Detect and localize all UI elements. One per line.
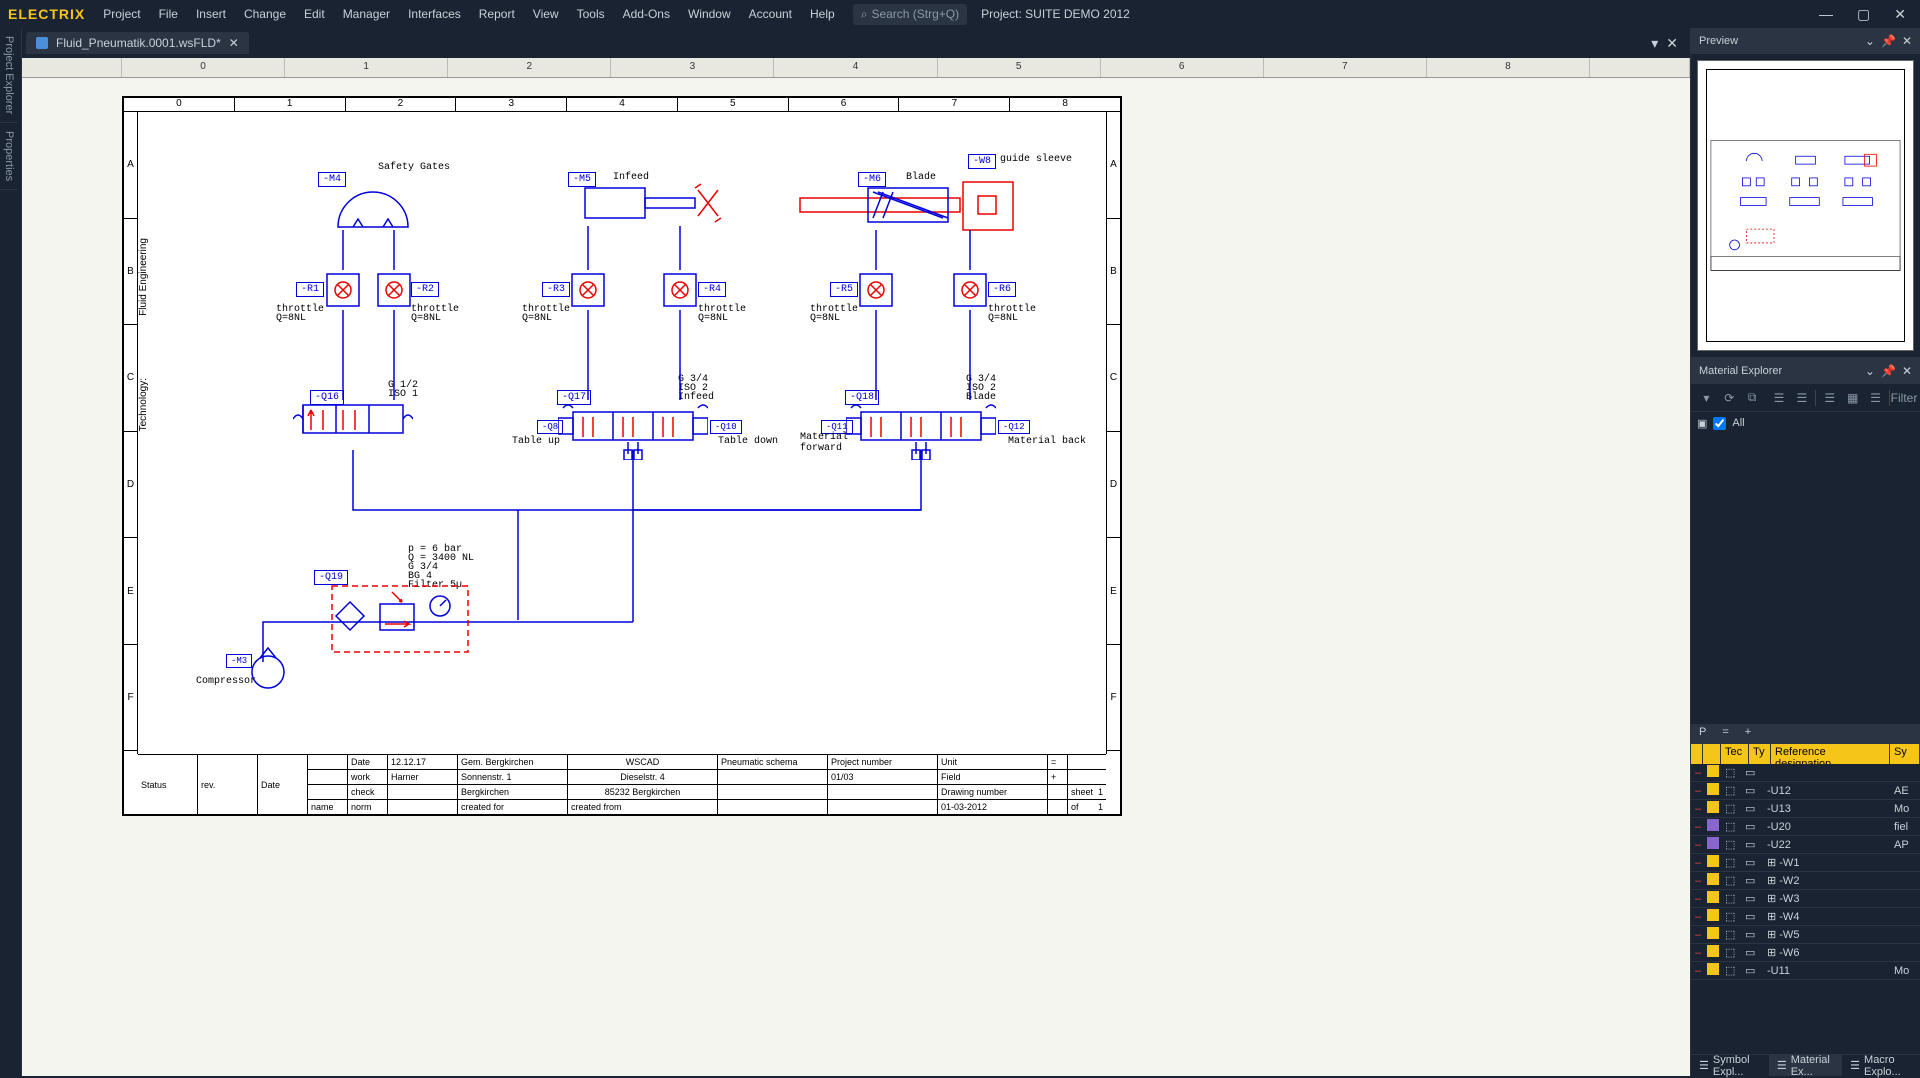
bot-tab-symbol[interactable]: ☰ Symbol Expl... [1691,1055,1769,1076]
mat-btn-t2[interactable]: ☰ [1793,388,1812,408]
material-header: Material Explorer ⌄ 📌 ✕ [1691,358,1920,384]
sheet-body: -M4 Safety Gates -M5 Infeed -M6 Blade -W… [138,112,1106,754]
material-row[interactable]: – ⬚ ▭ -U12 AE [1691,782,1920,800]
mat-btn-t4[interactable]: ▦ [1843,388,1862,408]
material-row[interactable]: – ⬚ ▭ ⊞ -W3 [1691,890,1920,908]
menu-edit[interactable]: Edit [296,3,333,25]
material-panel: Material Explorer ⌄ 📌 ✕ ▾ ⟳ ⧉ ☰ ☰ ☰ ▦ ☰ [1691,358,1920,1076]
material-filter-row: ▣ All [1691,412,1920,434]
project-label: Project: SUITE DEMO 2012 [981,7,1130,21]
preview-body[interactable] [1697,60,1914,351]
tab-controls: ▾ ✕ [1651,35,1686,52]
tab-close-all-icon[interactable]: ✕ [1666,35,1678,52]
menu-change[interactable]: Change [236,3,294,25]
window-controls: — ▢ ✕ [1813,4,1912,25]
mat-tab-plus[interactable]: + [1737,724,1759,744]
mat-btn-t3[interactable]: ☰ [1820,388,1839,408]
mat-btn-t1[interactable]: ☰ [1770,388,1789,408]
panel-close-icon[interactable]: ✕ [1902,364,1912,378]
menubar: ELECTRIX Project File Insert Change Edit… [0,0,1920,28]
panel-close-icon[interactable]: ✕ [1902,34,1912,48]
preview-panel: Preview ⌄ 📌 ✕ [1691,28,1920,358]
bottom-tabs: ☰ Symbol Expl... ☰ Material Ex... ☰ Macr… [1691,1054,1920,1076]
material-row[interactable]: – ⬚ ▭ -U11 Mo [1691,962,1920,980]
panel-pin-icon[interactable]: 📌 [1881,34,1896,48]
tag-q19[interactable]: -Q19 [314,570,348,585]
menu-help[interactable]: Help [802,3,843,25]
panel-dropdown-icon[interactable]: ⌄ [1865,34,1875,48]
material-row[interactable]: – ⬚ ▭ ⊞ -W4 [1691,908,1920,926]
preview-thumbnail [1706,69,1905,342]
main-area: Fluid_Pneumatik.0001.wsFLD* ✕ ▾ ✕ 01 23 … [22,28,1920,1076]
menu-project[interactable]: Project [95,3,148,25]
maximize-button[interactable]: ▢ [1851,4,1876,25]
document-tabbar: Fluid_Pneumatik.0001.wsFLD* ✕ ▾ ✕ [22,28,1690,58]
doc-tab-label: Fluid_Pneumatik.0001.wsFLD* [56,36,221,50]
material-row[interactable]: – ⬚ ▭ -U22 AP [1691,836,1920,854]
row-header-left: ABC DEF [124,112,138,754]
menu-interfaces[interactable]: Interfaces [400,3,469,25]
material-row[interactable]: – ⬚ ▭ ⊞ -W1 [1691,854,1920,872]
col-header: 012 345 678 [124,98,1120,112]
material-toolbar: ▾ ⟳ ⧉ ☰ ☰ ☰ ▦ ☰ Filter [1691,384,1920,412]
material-tabs: P = + [1691,724,1920,744]
mat-tab-p[interactable]: P [1691,724,1714,744]
material-row[interactable]: – ⬚ ▭ ⊞ -W2 [1691,872,1920,890]
material-grid[interactable]: – ⬚ ▭ – ⬚ ▭ -U12 AE– ⬚ ▭ -U13 Mo– ⬚ ▭ -U… [1691,764,1920,1054]
menu-tools[interactable]: Tools [569,3,613,25]
material-row[interactable]: – ⬚ ▭ -U13 Mo [1691,800,1920,818]
minimize-button[interactable]: — [1813,4,1839,25]
title-block: Status rev. Date name Date work [138,754,1106,814]
mat-btn-expand[interactable]: ▾ [1697,388,1716,408]
tab-dropdown-icon[interactable]: ▾ [1651,35,1658,52]
compressor[interactable] [243,646,293,690]
menu-window[interactable]: Window [680,3,739,25]
close-button[interactable]: ✕ [1888,4,1912,25]
mat-btn-filter[interactable]: Filter [1894,388,1914,408]
search-icon: ⌕ [861,7,868,22]
filter-all-checkbox[interactable] [1713,417,1726,430]
panel-dropdown-icon[interactable]: ⌄ [1865,364,1875,378]
drawing-sheet[interactable]: 012 345 678 ABC DEF ABC DEF Technology: … [122,96,1122,816]
side-panels: Preview ⌄ 📌 ✕ [1690,28,1920,1076]
ruler-horizontal: 01 23 45 67 8 [22,58,1690,78]
menu-file[interactable]: File [151,3,186,25]
menu-account[interactable]: Account [741,3,800,25]
mat-btn-copy[interactable]: ⧉ [1743,388,1762,408]
rail-properties[interactable]: Properties [0,123,18,190]
bot-tab-macro[interactable]: ☰ Macro Explo... [1842,1055,1920,1076]
document-tab[interactable]: Fluid_Pneumatik.0001.wsFLD* ✕ [26,32,249,54]
material-row[interactable]: – ⬚ ▭ ⊞ -W5 [1691,926,1920,944]
row-header-right: ABC DEF [1106,112,1120,754]
doc-icon [36,37,48,49]
menu-view[interactable]: View [525,3,567,25]
panel-pin-icon[interactable]: 📌 [1881,364,1896,378]
material-grid-header: Tec Ty Reference designation Sy [1691,744,1920,764]
box-icon: ▣ [1697,417,1707,430]
mat-btn-t5[interactable]: ☰ [1866,388,1885,408]
menu-manager[interactable]: Manager [335,3,398,25]
preview-header: Preview ⌄ 📌 ✕ [1691,28,1920,54]
rail-project-explorer[interactable]: Project Explorer [0,28,18,123]
tab-close-icon[interactable]: ✕ [229,36,239,50]
app-logo: ELECTRIX [8,6,85,22]
material-row[interactable]: – ⬚ ▭ [1691,764,1920,782]
mat-tab-eq[interactable]: = [1714,724,1736,744]
menu-insert[interactable]: Insert [188,3,234,25]
left-rail: Project Explorer Properties [0,28,22,1076]
material-row[interactable]: – ⬚ ▭ -U20 fiel [1691,818,1920,836]
material-row[interactable]: – ⬚ ▭ ⊞ -W6 [1691,944,1920,962]
mat-btn-refresh[interactable]: ⟳ [1720,388,1739,408]
canvas-wrap[interactable]: 01 23 45 67 8 012 345 678 ABC DEF ABC [22,58,1690,1076]
bot-tab-material[interactable]: ☰ Material Ex... [1769,1055,1842,1076]
canvas-area: Fluid_Pneumatik.0001.wsFLD* ✕ ▾ ✕ 01 23 … [22,28,1690,1076]
maintenance-unit[interactable] [330,584,470,654]
menu-addons[interactable]: Add-Ons [615,3,678,25]
search-box[interactable]: ⌕Search (Strg+Q) [853,4,967,25]
menu-report[interactable]: Report [471,3,523,25]
